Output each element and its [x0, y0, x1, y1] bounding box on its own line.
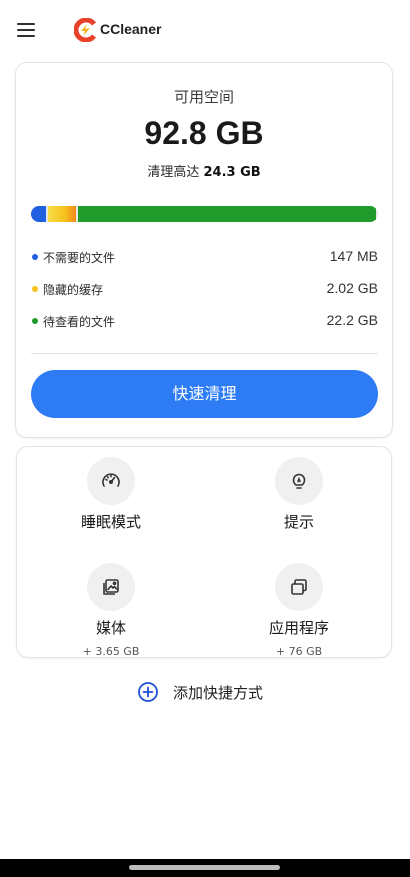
tile-subtitle: + 3.65 GB	[82, 645, 140, 658]
plus-circle-icon	[138, 682, 158, 702]
ccleaner-logo-icon	[74, 18, 96, 42]
clean-up-prefix: 清理高达	[147, 165, 200, 180]
clean-up-to-line: 清理高达 24.3 GB	[16, 161, 392, 180]
legend-name: 隐藏的缓存	[43, 283, 104, 297]
legend-row-hidden-cache[interactable]: 隐藏的缓存 2.02 GB	[30, 279, 378, 299]
legend-name: 待查看的文件	[43, 315, 116, 329]
legend-name: 不需要的文件	[43, 251, 116, 265]
legend-row-to-review[interactable]: 待查看的文件 22.2 GB	[30, 311, 378, 331]
legend-size: 147 MB	[329, 248, 378, 264]
tile-sleep-mode[interactable]: 睡眠模式	[17, 447, 205, 553]
legend-dot-to-review	[32, 318, 38, 324]
storage-card: 可用空间 92.8 GB 清理高达 24.3 GB 不需要的文件 147 MB …	[15, 62, 393, 438]
speedometer-icon	[87, 457, 135, 505]
app-stack-icon	[275, 563, 323, 611]
legend-dot-unneeded	[32, 254, 38, 260]
tile-tips[interactable]: 提示	[205, 447, 393, 553]
add-shortcut-label: 添加快捷方式	[173, 684, 264, 702]
clean-up-amount: 24.3 GB	[203, 165, 261, 180]
legend-dot-hidden-cache	[32, 286, 38, 292]
tile-title: 睡眠模式	[80, 513, 141, 531]
available-space-label: 可用空间	[173, 88, 234, 106]
home-gesture-pill[interactable]	[129, 865, 280, 870]
tile-subtitle: + 76 GB	[275, 645, 323, 658]
top-app-bar: CCleaner	[0, 0, 410, 62]
legend-size: 2.02 GB	[326, 280, 378, 296]
tile-media[interactable]: 媒体 + 3.65 GB	[17, 553, 205, 659]
storage-usage-bar	[31, 206, 378, 222]
tile-title: 媒体	[95, 619, 126, 637]
divider	[31, 353, 378, 354]
tile-title: 提示	[283, 513, 314, 531]
usage-segment-0	[31, 206, 47, 222]
tile-title: 应用程序	[268, 619, 329, 637]
available-space-value: 92.8 GB	[144, 115, 264, 151]
app-brand-name: CCleaner	[100, 21, 162, 37]
usage-segment-1	[48, 206, 76, 222]
feature-grid-card: 睡眠模式 提示 媒体 + 3.65 GB 应用程序 + 76 GB	[16, 446, 392, 658]
lightbulb-icon	[275, 457, 323, 505]
hamburger-menu-icon[interactable]	[16, 20, 38, 40]
legend-size: 22.2 GB	[326, 312, 378, 328]
tile-apps[interactable]: 应用程序 + 76 GB	[205, 553, 393, 659]
legend-row-unneeded[interactable]: 不需要的文件 147 MB	[30, 247, 378, 267]
quick-clean-button[interactable]: 快速清理	[31, 370, 378, 418]
system-navigation-bar	[0, 859, 410, 877]
image-gallery-icon	[87, 563, 135, 611]
usage-segment-2	[77, 206, 376, 222]
